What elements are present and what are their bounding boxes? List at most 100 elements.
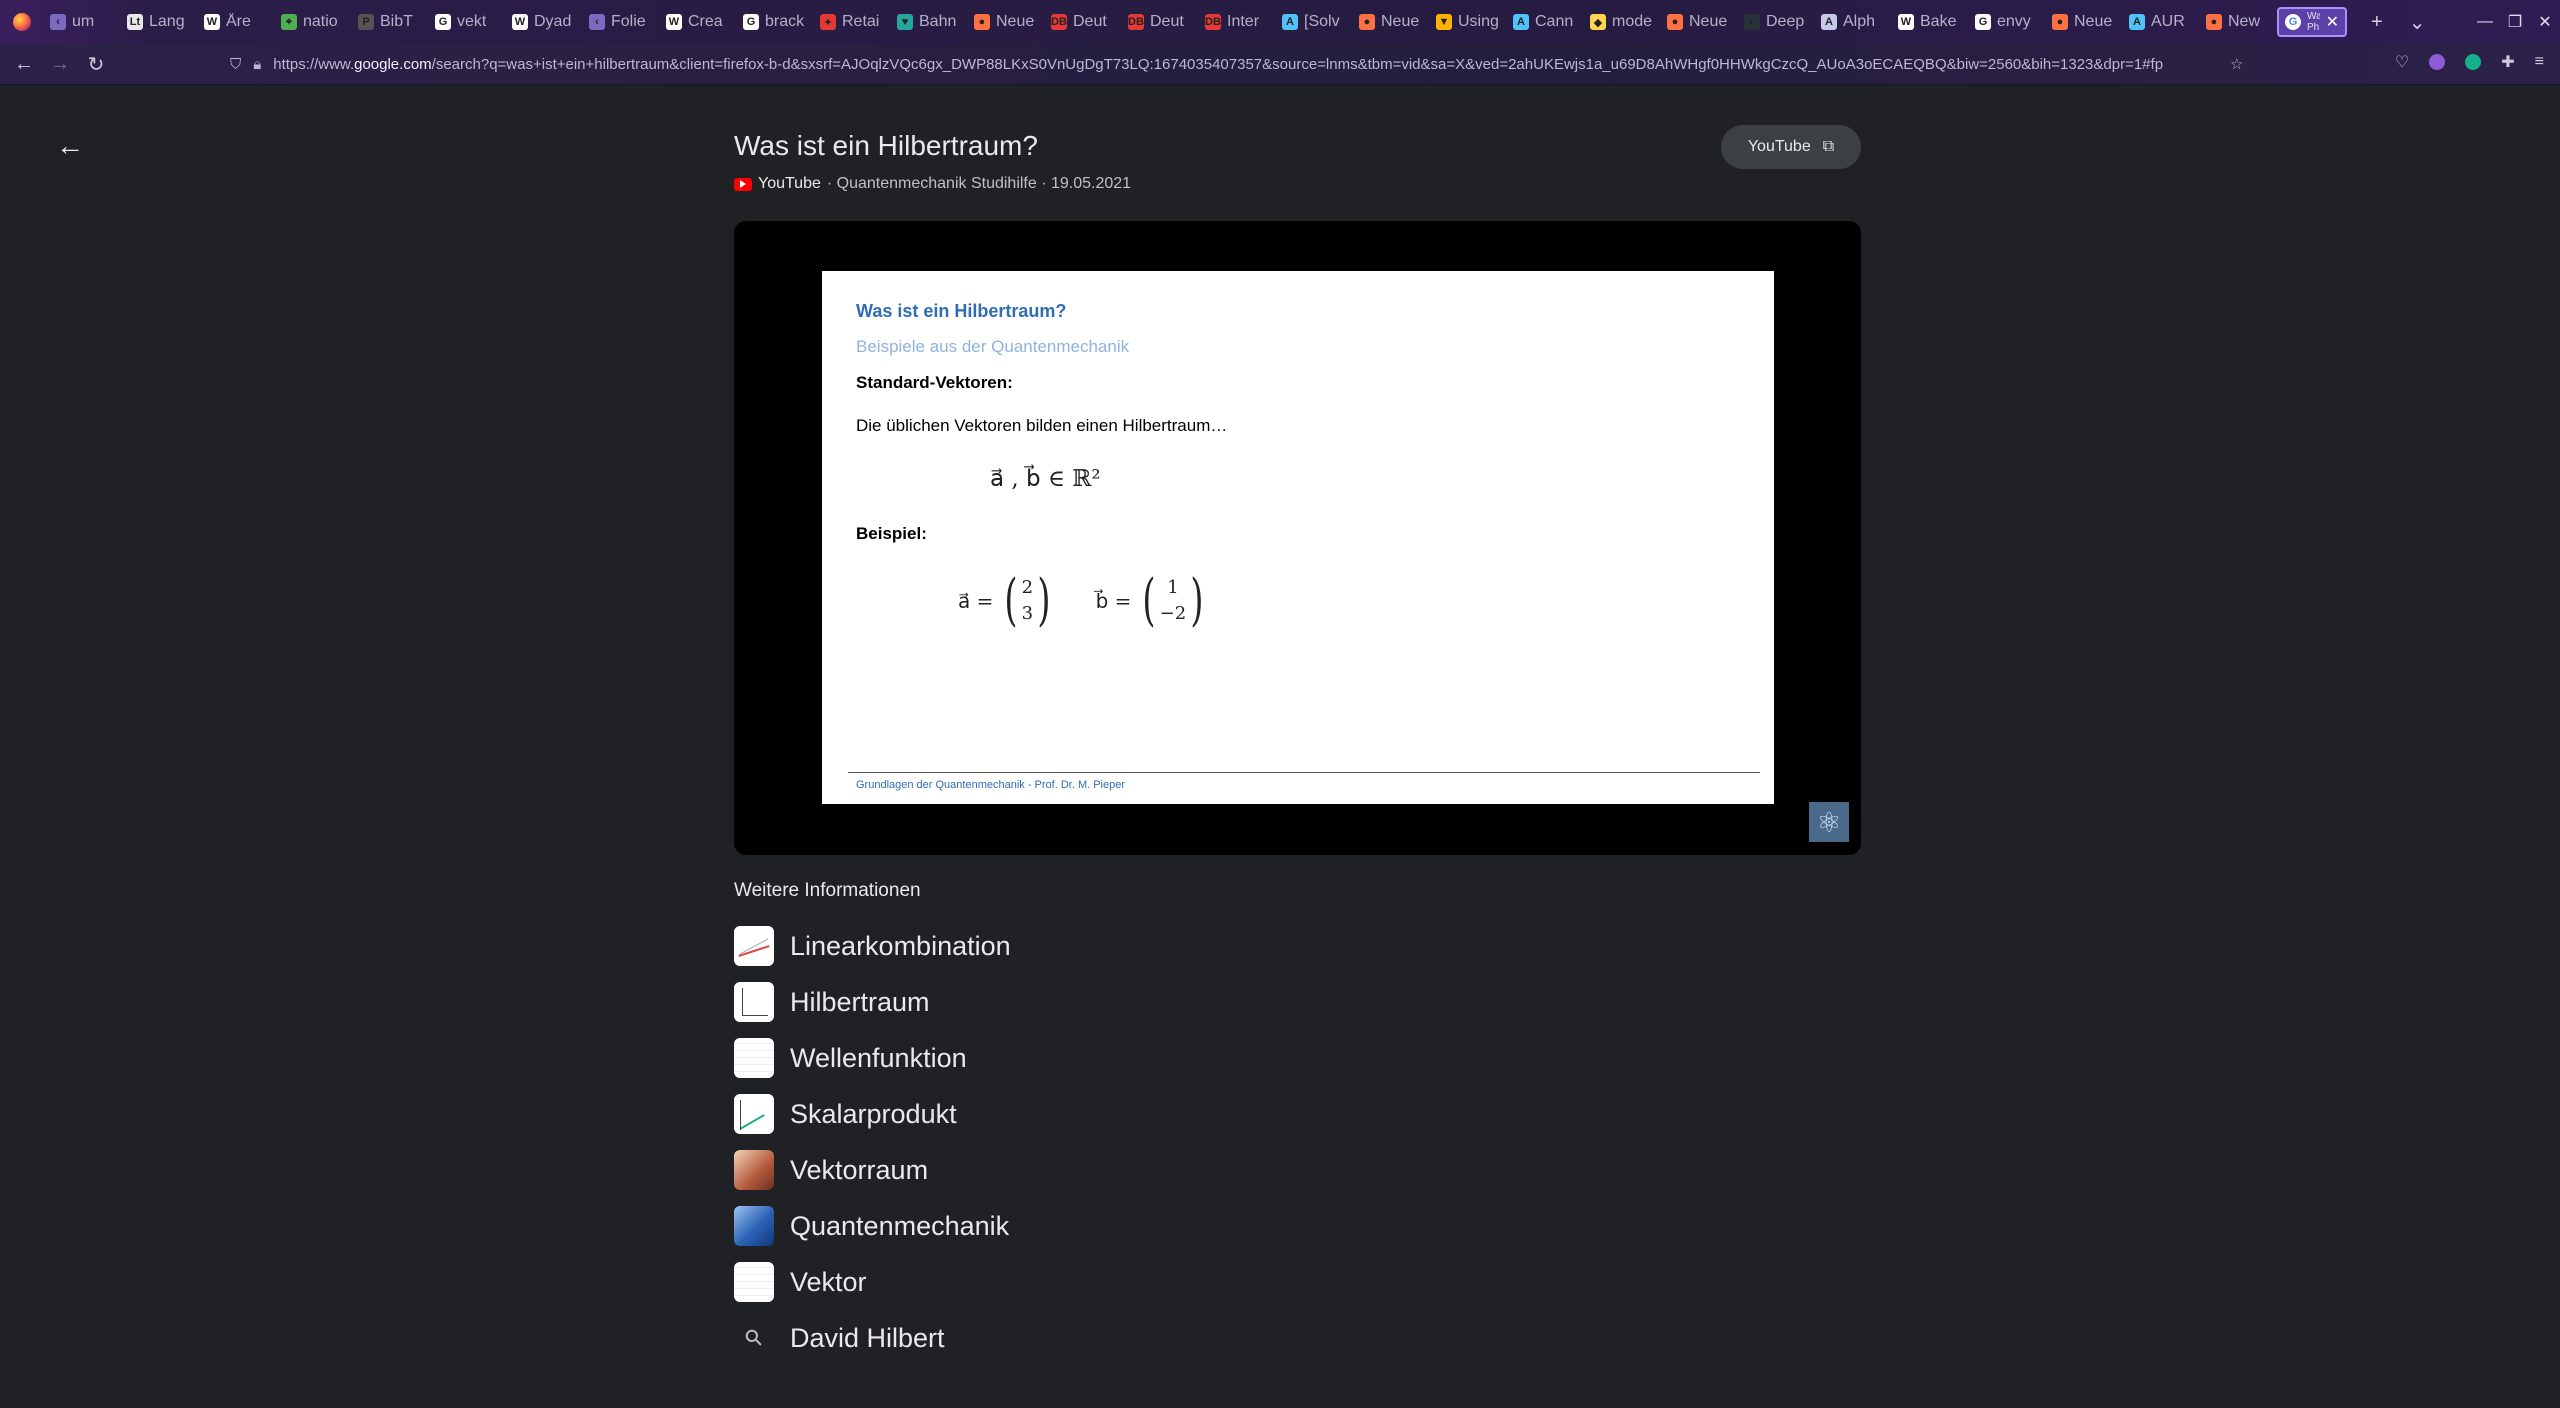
external-link-icon: ⧉	[1822, 138, 1835, 155]
topic-thumbnail	[734, 1150, 774, 1190]
more-info-item[interactable]: Quantenmechanik	[734, 1198, 1011, 1254]
open-youtube-label: YouTube	[1747, 138, 1811, 155]
slide-subtitle: Beispiele aus der Quantenmechanik	[856, 337, 1130, 356]
more-info-item[interactable]: Vektor	[734, 1254, 1011, 1310]
grammarly-icon[interactable]	[2465, 54, 2482, 70]
tab-label: Crea	[688, 13, 723, 30]
tab-label: [Solv	[1304, 13, 1340, 30]
extension-b-icon[interactable]	[2429, 54, 2446, 70]
browser-tab[interactable]: ● Neue	[2046, 7, 2123, 37]
more-info-item[interactable]: Skalarprodukt	[734, 1086, 1011, 1142]
back-icon[interactable]: ←	[6, 53, 42, 76]
tab-label: BibT	[380, 13, 413, 30]
more-info-item[interactable]: Wellenfunktion	[734, 1030, 1011, 1086]
browser-tab[interactable]: W Dyad	[506, 7, 583, 37]
video-source: YouTube	[758, 175, 821, 192]
browser-tab[interactable]: ● New	[2200, 7, 2277, 37]
browser-tab[interactable]: ● Neue	[1353, 7, 1430, 37]
browser-tab[interactable]: Gvekt	[429, 7, 506, 37]
tab-favicon-icon: A	[2129, 14, 2145, 30]
browser-tab[interactable]: ▼ Using	[1430, 7, 1507, 37]
more-info-item[interactable]: Hilbertraum	[734, 974, 1011, 1030]
lock-icon[interactable]: 🔒︎	[253, 56, 261, 73]
more-info-label: Skalarprodukt	[790, 1098, 957, 1129]
browser-tab[interactable]: ‹ Folie	[583, 7, 660, 37]
menu-icon[interactable]: ≡	[2535, 53, 2544, 71]
extensions-icon[interactable]: ✚	[2501, 52, 2514, 72]
more-info-item[interactable]: Linearkombination	[734, 918, 1011, 974]
new-tab-button[interactable]: +	[2371, 11, 2383, 34]
browser-tab[interactable]: W Crea	[660, 7, 737, 37]
browser-tab[interactable]: A Alph	[1815, 7, 1892, 37]
tab-label: Bahn	[919, 13, 957, 30]
tab-label: Inter	[1227, 13, 1260, 30]
browser-tab[interactable]: W Bake	[1892, 7, 1969, 37]
tab-favicon-icon: A	[1513, 14, 1529, 30]
pocket-icon[interactable]: ♡	[2395, 52, 2409, 72]
topic-thumbnail	[734, 1262, 774, 1302]
browser-tab[interactable]: ‹ um	[44, 7, 121, 37]
browser-tab[interactable]: DB Inter	[1199, 7, 1276, 37]
tab-label: Neue	[2074, 13, 2113, 30]
browser-tab[interactable]: Lt Lang	[121, 7, 198, 37]
url-text[interactable]: https://www.google.com/search?q=was+ist+…	[273, 56, 2253, 73]
vector-a-component: 2	[1021, 577, 1034, 598]
url-bar[interactable]: ⛉ 🔒︎ https://www.google.com/search?q=was…	[230, 52, 2260, 76]
tab-label: Neue	[1381, 13, 1420, 30]
video-player[interactable]: Was ist ein Hilbertraum? Beispiele aus d…	[734, 221, 1861, 855]
browser-tab[interactable]: Gbrack	[737, 7, 814, 37]
browser-tab[interactable]: ✦ Retai	[814, 7, 891, 37]
browser-tab[interactable]: ● Neue	[1661, 7, 1738, 37]
browser-tab[interactable]: ● Neue	[968, 7, 1045, 37]
tab-favicon-icon: DB	[1205, 14, 1221, 30]
browser-tab[interactable]: DB Deut	[1045, 7, 1122, 37]
browser-tab[interactable]: ◆ mode	[1584, 7, 1661, 37]
browser-tab[interactable]: ◐ Deep	[1738, 7, 1815, 37]
tab-favicon-icon: W	[666, 14, 682, 30]
tab-label: Bake	[1920, 13, 1957, 30]
close-tab-icon[interactable]: ✕	[2326, 12, 2339, 32]
browser-tab[interactable]: P BibT	[352, 7, 429, 37]
tab-label: Deut	[1150, 13, 1184, 30]
tab-favicon-icon: ⌖	[281, 14, 297, 30]
close-window-icon[interactable]: ✕	[2530, 12, 2560, 32]
slide-footer-rule	[848, 772, 1760, 773]
bookmark-star-icon[interactable]: ☆	[2230, 55, 2243, 73]
restore-icon[interactable]: ❐	[2500, 12, 2530, 32]
more-info-label: Quantenmechanik	[790, 1210, 1010, 1241]
open-youtube-button[interactable]: YouTube ⧉	[1721, 125, 1861, 169]
search-icon: ⚲	[739, 1323, 769, 1353]
tab-label: mode	[1612, 13, 1653, 30]
tab-favicon-icon: DB	[1051, 14, 1067, 30]
slide-title: Was ist ein Hilbertraum?	[856, 301, 1067, 321]
browser-tab[interactable]: A [Solv	[1276, 7, 1353, 37]
tab-favicon-icon: ●	[1359, 14, 1375, 30]
browser-tab[interactable]: DB Deut	[1122, 7, 1199, 37]
shield-icon[interactable]: ⛉	[230, 56, 241, 73]
video-meta: YouTube · Quantenmechanik Studihilfe · 1…	[734, 175, 1131, 193]
browser-tab[interactable]: ♥ Bahn	[891, 7, 968, 37]
more-info-heading: Weitere Informationen	[734, 880, 921, 901]
tab-label: Wa… Ph…	[2307, 11, 2320, 33]
browser-tab[interactable]: W Åre	[198, 7, 275, 37]
browser-tab[interactable]: A Cann	[1507, 7, 1584, 37]
minimize-icon[interactable]: —	[2470, 13, 2500, 31]
topic-thumbnail	[734, 1038, 774, 1078]
browser-tab[interactable]: A AUR	[2123, 7, 2200, 37]
tab-label: Alph	[1843, 13, 1876, 30]
reload-icon[interactable]: ↻	[78, 52, 114, 77]
browser-tab[interactable]: ⌖ natio	[275, 7, 352, 37]
browser-tab[interactable]: Genvy	[1969, 7, 2046, 37]
list-all-tabs-button[interactable]: ⌄	[2409, 10, 2426, 35]
more-info-item[interactable]: ⚲ David Hilbert	[734, 1310, 1011, 1366]
tab-favicon-icon: ●	[1667, 14, 1683, 30]
channel-atom-icon[interactable]: ⚛	[1809, 802, 1849, 842]
back-arrow-icon[interactable]: ←	[56, 130, 84, 162]
tab-label: Neue	[1689, 13, 1728, 30]
more-info-label: Hilbertraum	[790, 986, 930, 1017]
tab-active[interactable]: G Wa… Ph… ✕	[2277, 7, 2347, 37]
tab-label: New	[2228, 13, 2261, 30]
forward-icon[interactable]: →	[42, 53, 78, 76]
more-info-item[interactable]: Vektorraum	[734, 1142, 1011, 1198]
firefox-menu-button[interactable]	[0, 0, 44, 44]
